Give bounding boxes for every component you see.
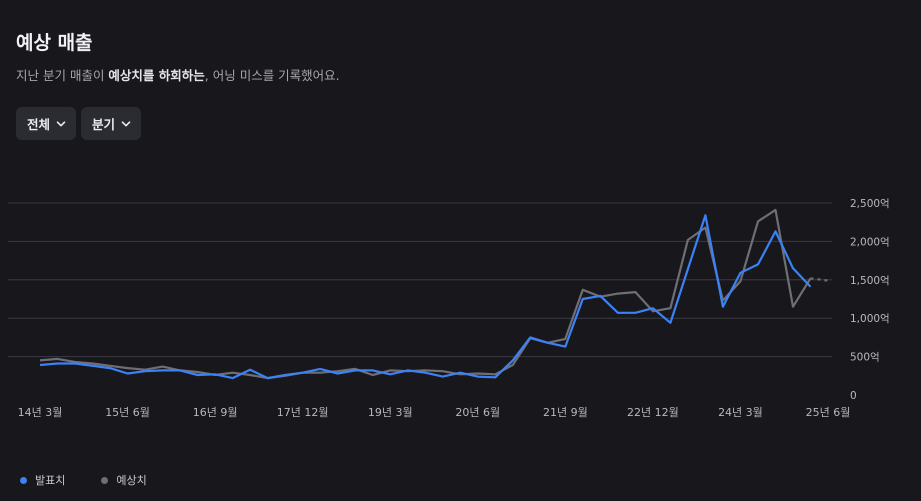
page-title: 예상 매출 xyxy=(16,32,93,54)
chart-legend: 발표치 예상치 xyxy=(20,472,147,488)
legend-dot-actual xyxy=(20,476,27,484)
y-tick-label: 2,500억 xyxy=(850,198,890,210)
legend-item-actual[interactable]: 발표치 xyxy=(20,472,65,488)
x-tick-label: 15년 6월 xyxy=(105,406,150,419)
subtitle-suffix: , 어닝 미스를 기록했어요. xyxy=(204,68,340,83)
revenue-chart: 0 500억 1,000억 1,500억 2,000억 2,500억 14년 3월 15년 … xyxy=(8,198,890,419)
page-subtitle: 지난 분기 매출이 예상치를 하회하는, 어닝 미스를 기록했어요. xyxy=(16,65,340,84)
legend-label-actual: 발표치 xyxy=(35,474,66,487)
scope-dropdown-label: 전체 xyxy=(27,117,51,132)
period-dropdown[interactable]: 분기 xyxy=(81,107,142,140)
y-tick-label: 1,500억 xyxy=(850,275,890,287)
subtitle-prefix: 지난 분기 매출이 xyxy=(16,68,109,83)
chevron-down-icon xyxy=(121,120,131,126)
x-tick-label: 17년 12월 xyxy=(277,406,329,419)
x-tick-label: 25년 6월 xyxy=(806,406,851,419)
x-tick-label: 19년 3월 xyxy=(368,406,413,419)
filter-bar: 전체 분기 xyxy=(16,107,142,140)
series-line-actual xyxy=(39,214,812,380)
x-tick-label: 24년 3월 xyxy=(718,406,763,419)
y-tick-label: 1,000억 xyxy=(850,313,890,325)
x-tick-label: 22년 12월 xyxy=(627,406,679,419)
legend-label-estimate: 예상치 xyxy=(116,474,147,487)
chevron-down-icon xyxy=(56,120,66,126)
x-tick-label: 14년 3월 xyxy=(18,406,63,419)
scope-dropdown[interactable]: 전체 xyxy=(16,107,77,140)
legend-dot-estimate xyxy=(101,476,109,484)
period-dropdown-label: 분기 xyxy=(92,117,116,132)
legend-item-estimate[interactable]: 예상치 xyxy=(101,472,147,488)
x-tick-label: 16년 9월 xyxy=(193,406,238,419)
subtitle-highlight: 예상치를 하회하는 xyxy=(108,68,205,83)
y-tick-label: 500억 xyxy=(850,352,880,364)
y-tick-label: 0 xyxy=(850,390,857,402)
x-tick-label: 21년 9월 xyxy=(543,406,588,419)
y-tick-label: 2,000억 xyxy=(850,236,890,248)
x-tick-label: 20년 6월 xyxy=(455,406,500,419)
series-line-estimate xyxy=(39,208,812,380)
